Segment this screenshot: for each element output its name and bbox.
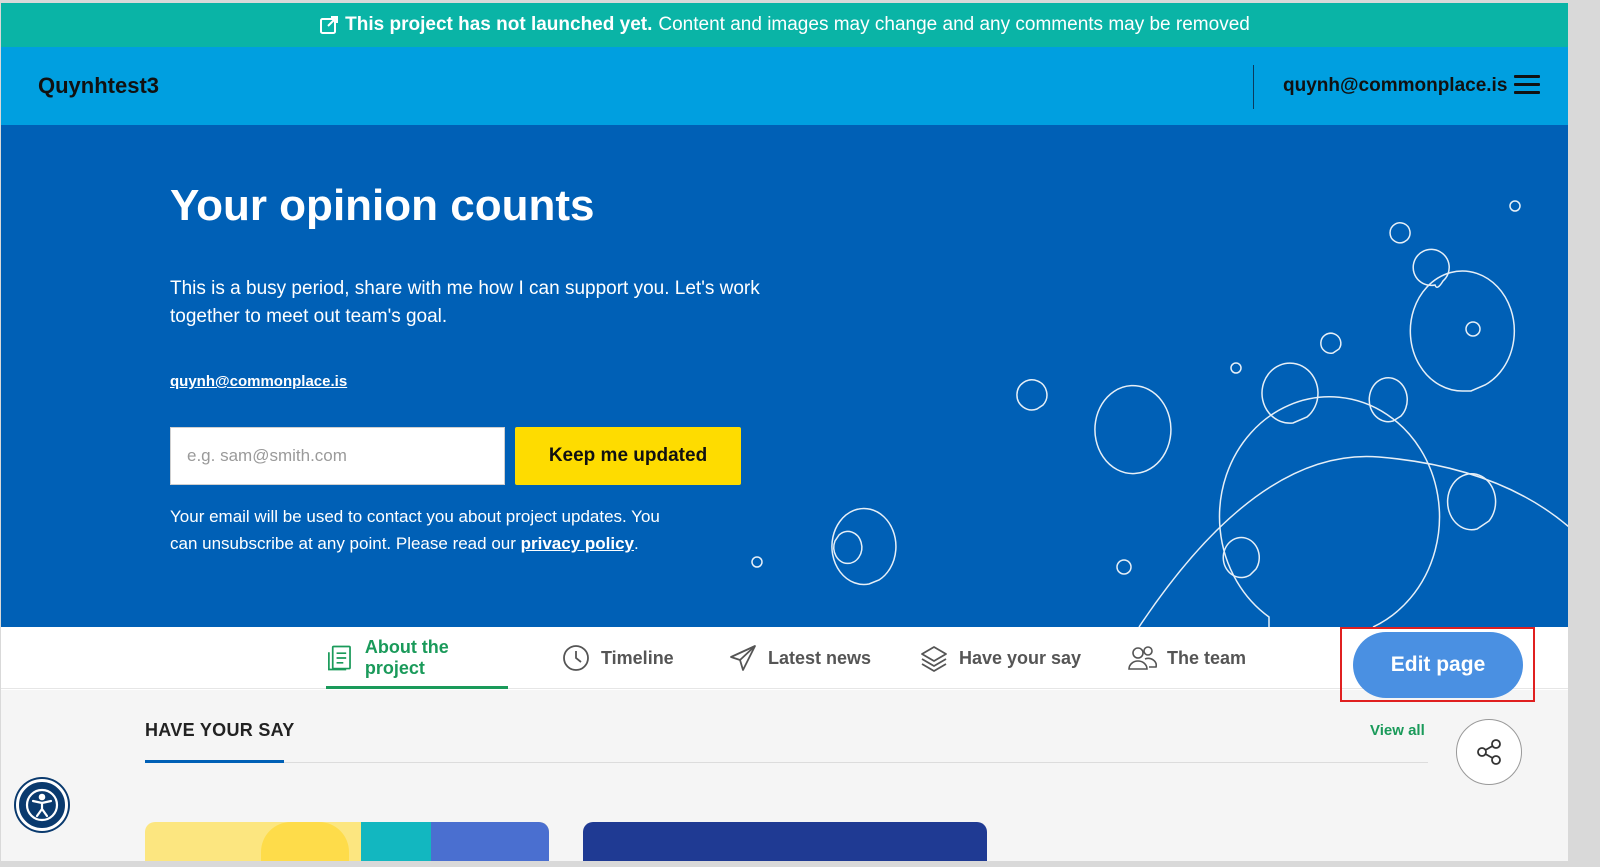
site-header: Quynhtest3 quynh@commonplace.is [1, 47, 1568, 125]
menu-icon[interactable] [1514, 75, 1540, 95]
clock-icon [563, 645, 589, 671]
tab-label: About the project [364, 637, 449, 678]
document-icon [328, 645, 351, 671]
project-card[interactable] [583, 822, 987, 861]
accessibility-button[interactable] [16, 779, 68, 831]
header-divider [1253, 65, 1254, 109]
project-tabs: About the project Timeline Latest news H… [1, 627, 1568, 689]
app-frame: This project has not launched yet. Conte… [1, 3, 1568, 861]
people-icon [1128, 646, 1157, 670]
tab-label: Latest news [768, 647, 872, 668]
brand-name[interactable]: Quynhtest3 [38, 73, 159, 99]
section-title: HAVE YOUR SAY [145, 720, 295, 740]
hero-description: This is a busy period, share with me how… [170, 278, 760, 327]
hero-section: Your opinion counts This is a busy perio… [1, 125, 1568, 627]
banner-bold-text: This project has not launched yet. [345, 14, 653, 35]
hero-title: Your opinion counts [170, 181, 595, 230]
privacy-note: Your email will be used to contact you a… [170, 503, 690, 557]
paper-plane-icon [730, 645, 756, 671]
share-icon [1477, 739, 1501, 765]
tab-label: The team [1167, 647, 1247, 668]
tab-about-the-project[interactable]: About the project [326, 627, 508, 689]
tab-timeline[interactable]: Timeline [561, 627, 674, 689]
section-title-underline [145, 760, 284, 763]
keep-me-updated-button[interactable]: Keep me updated [515, 427, 741, 485]
banner-text: Content and images may change and any co… [658, 14, 1250, 35]
project-card[interactable] [145, 822, 549, 861]
user-email[interactable]: quynh@commonplace.is [1283, 75, 1507, 97]
share-button[interactable] [1456, 719, 1522, 785]
tab-label: Timeline [601, 647, 674, 668]
tab-latest-news[interactable]: Latest news [728, 627, 871, 689]
tab-label: Have your say [959, 647, 1082, 668]
edit-page-button[interactable]: Edit page [1353, 632, 1523, 698]
privacy-note-end: . [634, 534, 639, 553]
prelaunch-banner: This project has not launched yet. Conte… [1, 3, 1568, 47]
contact-email-link[interactable]: quynh@commonplace.is [170, 373, 347, 390]
email-field[interactable] [170, 427, 505, 485]
tab-the-team[interactable]: The team [1127, 627, 1246, 689]
layers-icon [921, 646, 947, 672]
accessibility-icon [25, 788, 59, 822]
external-link-icon [320, 16, 339, 34]
privacy-policy-link[interactable]: privacy policy [521, 534, 634, 553]
view-all-link[interactable]: View all [1370, 722, 1425, 739]
section-divider [145, 762, 1428, 763]
tab-have-your-say[interactable]: Have your say [919, 627, 1081, 689]
